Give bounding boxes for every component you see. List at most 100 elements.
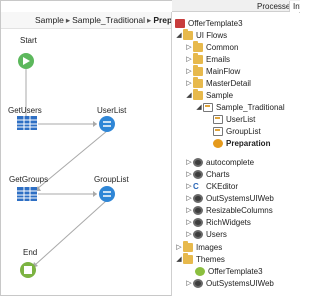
tree-label: ResizableColumns (206, 205, 273, 215)
folder-icon (193, 64, 203, 76)
stop-icon (24, 266, 32, 274)
tree-userlist[interactable]: UserList (213, 113, 255, 125)
tree-sample-traditional[interactable]: ◢ Sample_Traditional (195, 101, 285, 113)
module-dependency-icon (193, 169, 203, 179)
tree-label: MainFlow (206, 66, 241, 76)
userlist-label[interactable]: UserList (97, 106, 126, 115)
tree-ckeditor[interactable]: ▷ C CKEditor (185, 180, 238, 192)
tree-label: UI Flows (196, 30, 228, 40)
tree-theme-outsystemsuiweb[interactable]: ▷ OutSystemsUIWeb (185, 277, 274, 289)
collapse-icon[interactable]: ◢ (175, 255, 183, 263)
folder-icon (193, 40, 203, 52)
collapse-icon[interactable]: ◢ (185, 91, 193, 99)
tree-resizablecolumns[interactable]: ▷ ResizableColumns (185, 204, 273, 216)
tree-root[interactable]: OfferTemplate3 (175, 17, 243, 29)
tree-label: CKEditor (206, 181, 239, 191)
expand-icon[interactable]: ▷ (185, 206, 193, 214)
collapse-icon[interactable]: ◢ (195, 103, 203, 111)
expand-icon[interactable]: ▷ (185, 170, 193, 178)
tree-mainflow[interactable]: ▷ MainFlow (185, 64, 241, 77)
tree-outsystemsuiweb[interactable]: ▷ OutSystemsUIWeb (185, 192, 274, 204)
theme-icon (195, 266, 205, 276)
expand-icon[interactable]: ▷ (185, 43, 193, 51)
tree-label: Common (206, 42, 239, 52)
ckeditor-icon: C (193, 181, 199, 191)
tree-label: Sample (206, 90, 234, 100)
arrow-icon (93, 191, 97, 197)
tree-theme-offertemplate[interactable]: OfferTemplate3 (195, 265, 263, 277)
module-dependency-icon (193, 217, 203, 227)
tree-label: Images (196, 242, 223, 252)
module-dependency-icon (193, 205, 203, 215)
getgroups-label[interactable]: GetGroups (9, 175, 48, 184)
getgroups-aggregate-icon (17, 187, 37, 201)
module-dependency-icon (193, 157, 203, 167)
tab-interface[interactable]: Int (289, 1, 300, 12)
module-dependency-icon (193, 193, 203, 203)
tree-label: Emails (206, 54, 231, 64)
tree-masterdetail[interactable]: ▷ MasterDetail (185, 76, 251, 89)
collapse-icon[interactable]: ◢ (175, 31, 183, 39)
tree-label: RichWidgets (206, 217, 251, 227)
folder-icon (193, 88, 203, 100)
module-dependency-icon (193, 278, 203, 288)
preparation-action-icon (213, 138, 223, 148)
expand-icon[interactable]: ▷ (185, 79, 193, 87)
expand-icon[interactable]: ▷ (185, 67, 193, 75)
tree-label: UserList (226, 114, 256, 124)
folder-icon (183, 240, 193, 252)
tree-grouplist[interactable]: GroupList (213, 125, 261, 137)
screen-icon (213, 114, 223, 124)
tree-label: Users (206, 229, 227, 239)
expand-icon[interactable]: ▷ (185, 55, 193, 63)
userlist-assign-icon (99, 116, 115, 132)
screen-icon (213, 126, 223, 136)
module-dependency-icon (193, 229, 203, 239)
tree-common[interactable]: ▷ Common (185, 40, 239, 53)
tree-label: OutSystemsUIWeb (206, 193, 274, 203)
tree-emails[interactable]: ▷ Emails (185, 52, 231, 65)
start-label[interactable]: Start (20, 36, 37, 45)
tree-images[interactable]: ▷ Images (175, 240, 223, 253)
folder-icon (193, 52, 203, 64)
expand-icon[interactable]: ▷ (185, 218, 193, 226)
expand-icon[interactable]: ▷ (185, 230, 193, 238)
tree-label: GroupList (226, 126, 261, 136)
expand-icon[interactable]: ▷ (175, 243, 183, 251)
tree-root-label: OfferTemplate3 (188, 18, 243, 28)
tree-label: OfferTemplate3 (208, 266, 263, 276)
arrow-icon (93, 121, 97, 127)
getusers-aggregate-icon (17, 116, 37, 130)
tree-autocomplete[interactable]: ▷ autocomplete (185, 156, 254, 168)
flow-canvas[interactable]: Sample▸Sample_Traditional▸Preparation (1, 12, 201, 295)
tree-label: autocomplete (206, 157, 255, 167)
grouplist-label[interactable]: GroupList (94, 175, 129, 184)
webblock-icon (203, 102, 213, 112)
tree-label: Charts (206, 169, 230, 179)
tree-themes[interactable]: ◢ Themes (175, 252, 225, 265)
getusers-label[interactable]: GetUsers (8, 106, 42, 115)
tree-richwidgets[interactable]: ▷ RichWidgets (185, 216, 251, 228)
connector-grouplist-end (34, 200, 107, 266)
tree-label: Themes (196, 254, 225, 264)
folder-icon (183, 28, 193, 40)
expand-icon[interactable]: ▷ (185, 279, 193, 287)
tree-sample[interactable]: ◢ Sample (185, 88, 234, 101)
tree-label: Preparation (226, 138, 271, 148)
module-logo-icon (175, 18, 185, 28)
folder-icon (183, 252, 193, 264)
tree-charts[interactable]: ▷ Charts (185, 168, 230, 180)
tree-label: OutSystemsUIWeb (206, 278, 274, 288)
module-tree[interactable]: OfferTemplate3 ◢ UI Flows ▷ Common ▷ Ema… (172, 13, 300, 296)
tree-label: MasterDetail (206, 78, 251, 88)
expand-icon[interactable]: ▷ (185, 158, 193, 166)
top-tab-strip: Processes Int (172, 0, 300, 12)
tree-users[interactable]: ▷ Users (185, 228, 227, 240)
folder-icon (193, 76, 203, 88)
expand-icon[interactable]: ▷ (185, 194, 193, 202)
expand-icon[interactable]: ▷ (185, 182, 193, 190)
end-label[interactable]: End (23, 248, 37, 257)
tree-preparation[interactable]: Preparation (213, 137, 270, 149)
grouplist-assign-icon (99, 186, 115, 202)
tree-ui-flows[interactable]: ◢ UI Flows (175, 28, 228, 41)
